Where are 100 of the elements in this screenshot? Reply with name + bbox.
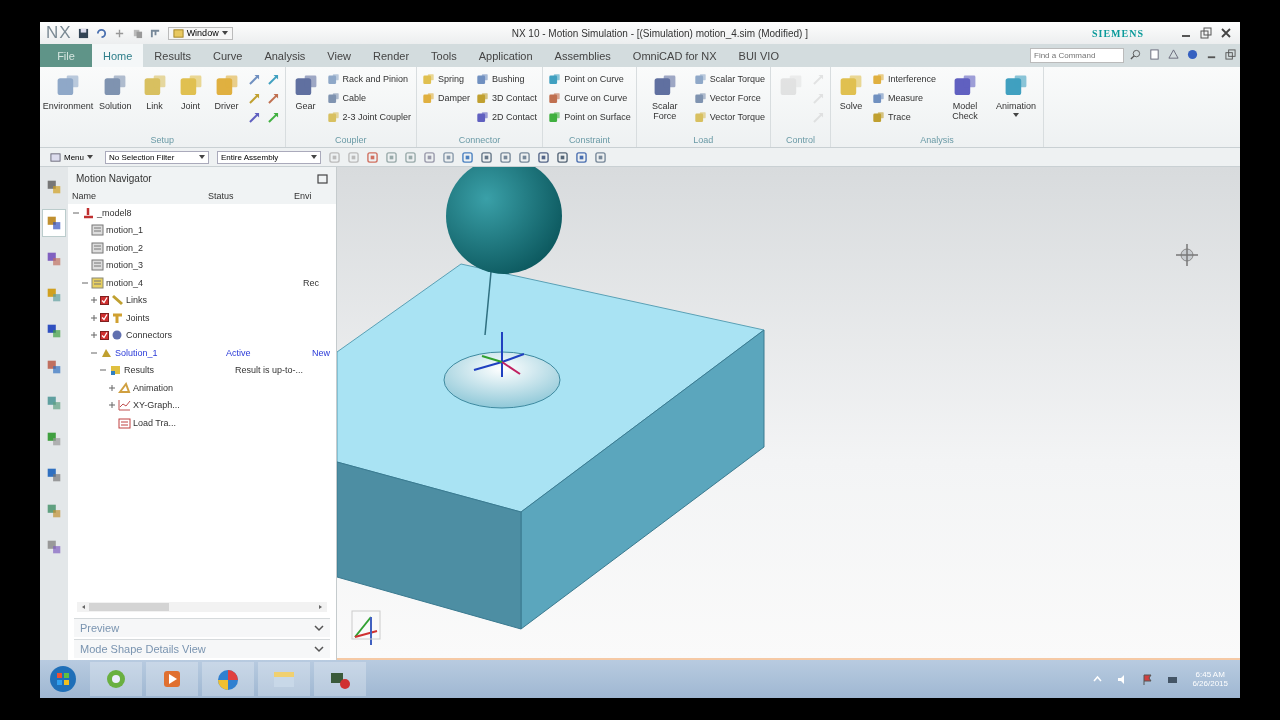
tool-icon[interactable] bbox=[386, 151, 397, 163]
ribbon-tab[interactable]: View bbox=[316, 44, 362, 67]
node-name[interactable]: Load Tra... bbox=[133, 417, 177, 428]
ribbon-button[interactable]: Interference bbox=[872, 71, 937, 87]
triangle-icon[interactable] bbox=[1168, 49, 1179, 60]
tool-icon[interactable] bbox=[595, 151, 606, 163]
block-icon bbox=[693, 72, 707, 86]
ribbon-button[interactable]: Link bbox=[139, 71, 170, 135]
ribbon-button[interactable]: Model Check bbox=[942, 71, 989, 135]
node-name[interactable]: Animation bbox=[133, 382, 174, 393]
ribbon-button[interactable]: Spring bbox=[422, 71, 471, 87]
node-name[interactable]: Results bbox=[124, 365, 154, 376]
node-name[interactable]: Links bbox=[126, 295, 147, 306]
ribbon-button[interactable]: Damper bbox=[422, 90, 471, 106]
ribbon-button[interactable]: Scalar Torque bbox=[693, 71, 766, 87]
undo-icon[interactable] bbox=[95, 27, 107, 39]
ribbon-button[interactable]: Trace bbox=[872, 109, 937, 125]
caret-icon bbox=[311, 155, 317, 159]
node-name[interactable]: Connectors bbox=[126, 330, 173, 341]
search-field[interactable]: Find a Command bbox=[1030, 48, 1124, 63]
scope-dropdown[interactable]: Entire Assembly bbox=[217, 150, 321, 164]
tool-icon[interactable] bbox=[367, 151, 378, 163]
ribbon-tab[interactable]: OmniCAD for NX bbox=[621, 44, 728, 67]
node-name[interactable]: motion_2 bbox=[106, 242, 144, 253]
ribbon-button[interactable]: 2D Contact bbox=[476, 109, 538, 125]
expand-icon[interactable] bbox=[108, 383, 116, 392]
ribbon-button[interactable]: Solve bbox=[836, 71, 867, 135]
tool-icon[interactable] bbox=[519, 151, 530, 163]
close-icon[interactable] bbox=[1220, 27, 1232, 39]
flag-icon[interactable] bbox=[1142, 673, 1154, 685]
taskbar-app-button[interactable] bbox=[202, 662, 254, 696]
ribbon-button[interactable]: Vector Torque bbox=[693, 109, 766, 125]
tool-icon[interactable] bbox=[538, 151, 549, 163]
checkbox[interactable] bbox=[100, 295, 109, 305]
tool-icon[interactable] bbox=[557, 151, 568, 163]
window-menu[interactable]: Window bbox=[167, 26, 233, 40]
copy-icon[interactable] bbox=[131, 27, 143, 39]
block-icon bbox=[326, 110, 340, 124]
maximize-icon[interactable] bbox=[317, 173, 328, 184]
ribbon-button[interactable]: 3D Contact bbox=[476, 90, 538, 106]
tool-icon[interactable] bbox=[500, 151, 511, 163]
ribbon-button[interactable]: Gear bbox=[290, 71, 321, 135]
ribbon-button[interactable]: Scalar Force bbox=[641, 71, 688, 135]
ribbon-tab[interactable]: Assemblies bbox=[543, 44, 622, 67]
graphics-window[interactable] bbox=[337, 167, 1240, 660]
ribbon-tab[interactable]: Analysis bbox=[253, 44, 317, 67]
ribbon-button[interactable]: Joint bbox=[175, 71, 206, 135]
selection-filter-dropdown[interactable]: No Selection Filter bbox=[105, 150, 209, 164]
checkbox[interactable] bbox=[100, 330, 109, 340]
node-name[interactable]: motion_4 bbox=[106, 277, 144, 288]
tool-icon[interactable] bbox=[405, 151, 416, 163]
ribbon-button[interactable]: 2-3 Joint Coupler bbox=[326, 109, 412, 125]
ribbon-button[interactable]: Cable bbox=[326, 90, 412, 106]
taskbar-app-button[interactable] bbox=[314, 662, 366, 696]
resource-tab[interactable] bbox=[42, 209, 66, 237]
ribbon-button[interactable]: Point on Surface bbox=[548, 109, 631, 125]
restore-icon[interactable] bbox=[1200, 27, 1212, 39]
ribbon-tab[interactable]: Render bbox=[362, 44, 421, 67]
ribbon-tab[interactable]: Results bbox=[143, 44, 203, 67]
column-header[interactable]: Envi bbox=[294, 191, 336, 201]
ribbon-button[interactable]: Solution bbox=[97, 71, 134, 135]
ribbon-tab[interactable]: Curve bbox=[202, 44, 254, 67]
group-label: Connector bbox=[457, 135, 502, 147]
node-name[interactable]: Joints bbox=[126, 312, 150, 323]
menu-button[interactable]: Menu bbox=[46, 151, 97, 163]
taskbar-app-button[interactable] bbox=[90, 662, 142, 696]
checkbox[interactable] bbox=[100, 313, 109, 323]
tool-icon[interactable] bbox=[462, 151, 473, 163]
taskbar-app-button[interactable] bbox=[146, 662, 198, 696]
ribbon-button[interactable]: Vector Force bbox=[693, 90, 766, 106]
ribbon-button[interactable]: Driver bbox=[211, 71, 242, 135]
ribbon-tab[interactable]: BUI VIO bbox=[727, 44, 790, 67]
save-icon[interactable] bbox=[77, 27, 89, 39]
ribbon-tab[interactable]: Tools bbox=[420, 44, 468, 67]
tool-icon[interactable] bbox=[424, 151, 435, 163]
ribbon-tab[interactable]: Application bbox=[467, 44, 544, 67]
restore-icon[interactable] bbox=[1225, 49, 1236, 60]
ribbon-button[interactable]: Measure bbox=[872, 90, 937, 106]
document-icon[interactable] bbox=[1149, 49, 1160, 60]
column-header[interactable]: Status bbox=[208, 191, 294, 201]
ribbon-button[interactable]: Bushing bbox=[476, 71, 538, 87]
search-icon[interactable] bbox=[1130, 49, 1141, 60]
ribbon-button[interactable]: Point on Curve bbox=[548, 71, 631, 87]
ribbon-button[interactable]: Environment bbox=[45, 71, 91, 135]
ribbon-button[interactable]: Curve on Curve bbox=[548, 90, 631, 106]
tool-icon[interactable] bbox=[443, 151, 454, 163]
node-name[interactable]: _model8 bbox=[97, 207, 132, 218]
node-name[interactable]: XY-Graph... bbox=[133, 400, 180, 411]
expand-icon[interactable] bbox=[108, 401, 116, 410]
ribbon-button[interactable]: Animation bbox=[994, 71, 1039, 135]
node-name[interactable]: Solution_1 bbox=[115, 347, 158, 358]
tool-icon[interactable] bbox=[576, 151, 587, 163]
node-name[interactable]: motion_1 bbox=[106, 225, 144, 236]
column-header[interactable]: Name bbox=[72, 191, 208, 201]
ribbon-button[interactable]: Rack and Pinion bbox=[326, 71, 412, 87]
node-name[interactable]: motion_3 bbox=[106, 260, 144, 271]
ribbon-tab[interactable]: Home bbox=[92, 44, 144, 67]
tool-icon[interactable] bbox=[481, 151, 492, 163]
plus-icon[interactable] bbox=[113, 27, 125, 39]
horizontal-scrollbar[interactable] bbox=[76, 602, 328, 612]
